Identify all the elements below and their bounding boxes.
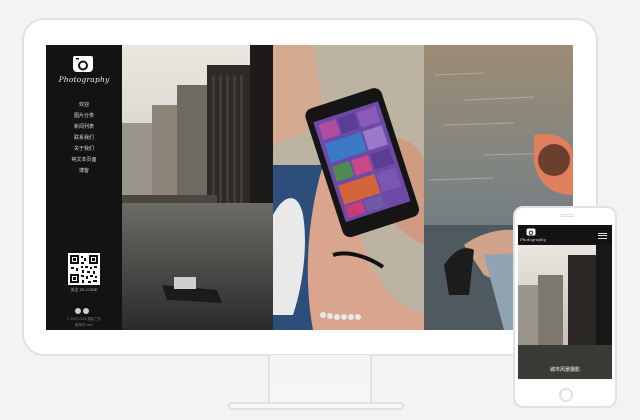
sidebar: Photography 欢迎 图片分类 新闻列表 联系我们 关于我们 纯文本页面… — [46, 45, 122, 330]
nav-item-about[interactable]: 关于我们 — [46, 144, 122, 155]
nav-item-blog[interactable]: 博客 — [46, 166, 122, 177]
qr-caption: 关注 ZK-CODE — [70, 287, 98, 292]
site-brand[interactable]: Photography — [46, 75, 122, 84]
monitor-stand-base — [228, 402, 404, 410]
qr-code — [68, 253, 100, 285]
hands-holding-phone-photo[interactable] — [273, 45, 424, 330]
mobile-slide-caption: 城市风景摄影 — [549, 367, 580, 373]
mobile-canal-city-photo[interactable] — [518, 245, 612, 379]
nav-item-welcome[interactable]: 欢迎 — [46, 100, 122, 111]
mobile-brand[interactable]: Photography — [520, 237, 546, 242]
monitor-stand-neck — [268, 355, 372, 403]
canal-city-photo[interactable] — [122, 45, 273, 330]
nav-item-news[interactable]: 新闻列表 — [46, 122, 122, 133]
phone-speaker — [560, 214, 574, 217]
desktop-screen: Photography 欢迎 图片分类 新闻列表 联系我们 关于我们 纯文本页面… — [46, 45, 573, 330]
nav-item-contact[interactable]: 联系我们 — [46, 133, 122, 144]
mobile-header: Photography — [518, 225, 612, 245]
weibo-icon[interactable] — [83, 308, 89, 314]
camera-icon[interactable] — [526, 228, 536, 236]
main-nav: 欢迎 图片分类 新闻列表 联系我们 关于我们 纯文本页面 博客 — [46, 100, 122, 177]
phone-home-button[interactable] — [559, 388, 573, 402]
nav-item-text-page[interactable]: 纯文本页面 — [46, 155, 122, 166]
camera-icon[interactable] — [72, 55, 94, 73]
hamburger-menu-icon[interactable] — [598, 231, 607, 239]
icp-record-text: 备案号 xxxx — [75, 323, 93, 327]
nav-item-gallery[interactable]: 图片分类 — [46, 111, 122, 122]
mobile-screen: Photography 城市风景摄影 — [518, 225, 612, 379]
wechat-icon[interactable] — [75, 308, 81, 314]
copyright-text: © 2009-2016 摄影工作 — [66, 317, 102, 321]
social-links — [74, 301, 94, 314]
